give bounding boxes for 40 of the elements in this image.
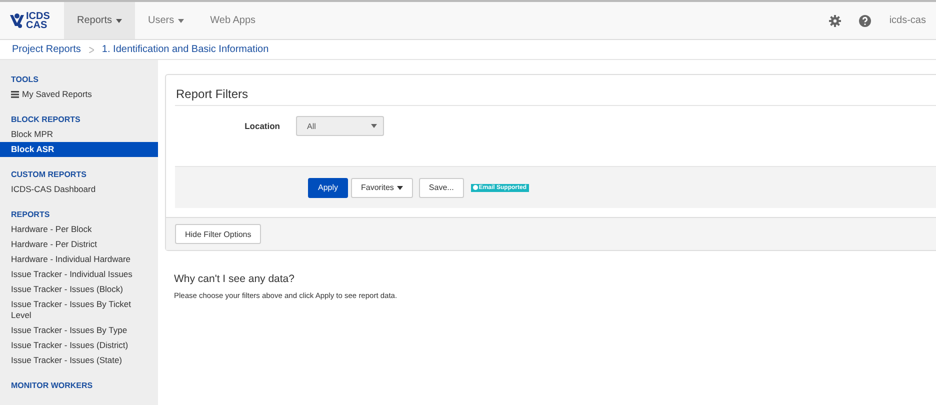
sidebar-item[interactable]: Issue Tracker - Issues (District)	[0, 338, 158, 353]
sidebar-item[interactable]: Hardware - Per Block	[0, 222, 158, 237]
section-heading: TOOLS	[10, 75, 40, 85]
nav-tab[interactable]: Users	[135, 2, 198, 39]
help-icon[interactable]	[859, 14, 872, 26]
sidebar-item[interactable]: Issue Tracker - Issues (Block)	[0, 282, 158, 297]
sidebar-item[interactable]: Block MPR	[0, 127, 158, 142]
sidebar-item[interactable]: ICDS-CAS Dashboard	[0, 182, 158, 197]
sidebar-item[interactable]: Block ASR	[0, 142, 158, 157]
logo-text: ICDS CAS	[26, 12, 50, 30]
location-select[interactable]: All	[296, 116, 384, 136]
sidebar-item[interactable]: Issue Tracker - Issues By Ticket Level	[0, 297, 158, 323]
sidebar-item[interactable]: Issue Tracker - Individual Issues	[0, 267, 158, 282]
sidebar-item[interactable]: Issue Tracker - Issues By Type	[0, 323, 158, 338]
caret-icon	[396, 186, 403, 190]
section-heading: CUSTOM REPORTS	[10, 170, 88, 180]
caret-icon	[371, 124, 377, 128]
breadcrumb-link[interactable]: Project Reports	[12, 44, 81, 55]
notice-title: Why can't I see any data?	[174, 273, 296, 285]
sidebar-item[interactable]: Issue Tracker - Issues (State)	[0, 353, 158, 368]
favorites-button[interactable]: Favorites	[351, 178, 413, 198]
section-heading: MONITOR WORKERS	[10, 381, 94, 391]
nav-tab[interactable]: Web Apps	[197, 2, 269, 39]
section-heading: BLOCK REPORTS	[10, 115, 82, 125]
settings-icon[interactable]	[829, 14, 842, 26]
user-name[interactable]: icds-cas	[889, 15, 926, 26]
breadcrumb-link[interactable]: 1. Identification and Basic Information	[102, 44, 269, 55]
info-icon	[472, 185, 478, 190]
sidebar-item[interactable]: Hardware - Individual Hardware	[0, 252, 158, 267]
section-heading: REPORTS	[10, 210, 51, 220]
nav-tab[interactable]: Reports	[64, 2, 136, 39]
hide-filters-button[interactable]: Hide Filter Options	[175, 224, 262, 244]
figure-icon	[10, 12, 24, 30]
sidebar-item[interactable]: My Saved Reports	[0, 87, 158, 102]
apply-button[interactable]: Apply	[308, 178, 348, 198]
panel-title: Report Filters	[175, 75, 936, 106]
chevron-icon	[88, 46, 94, 52]
save-button[interactable]: Save...	[418, 178, 464, 198]
field-label: Location	[244, 121, 281, 131]
sidebar-item[interactable]: Hardware - Per District	[0, 237, 158, 252]
